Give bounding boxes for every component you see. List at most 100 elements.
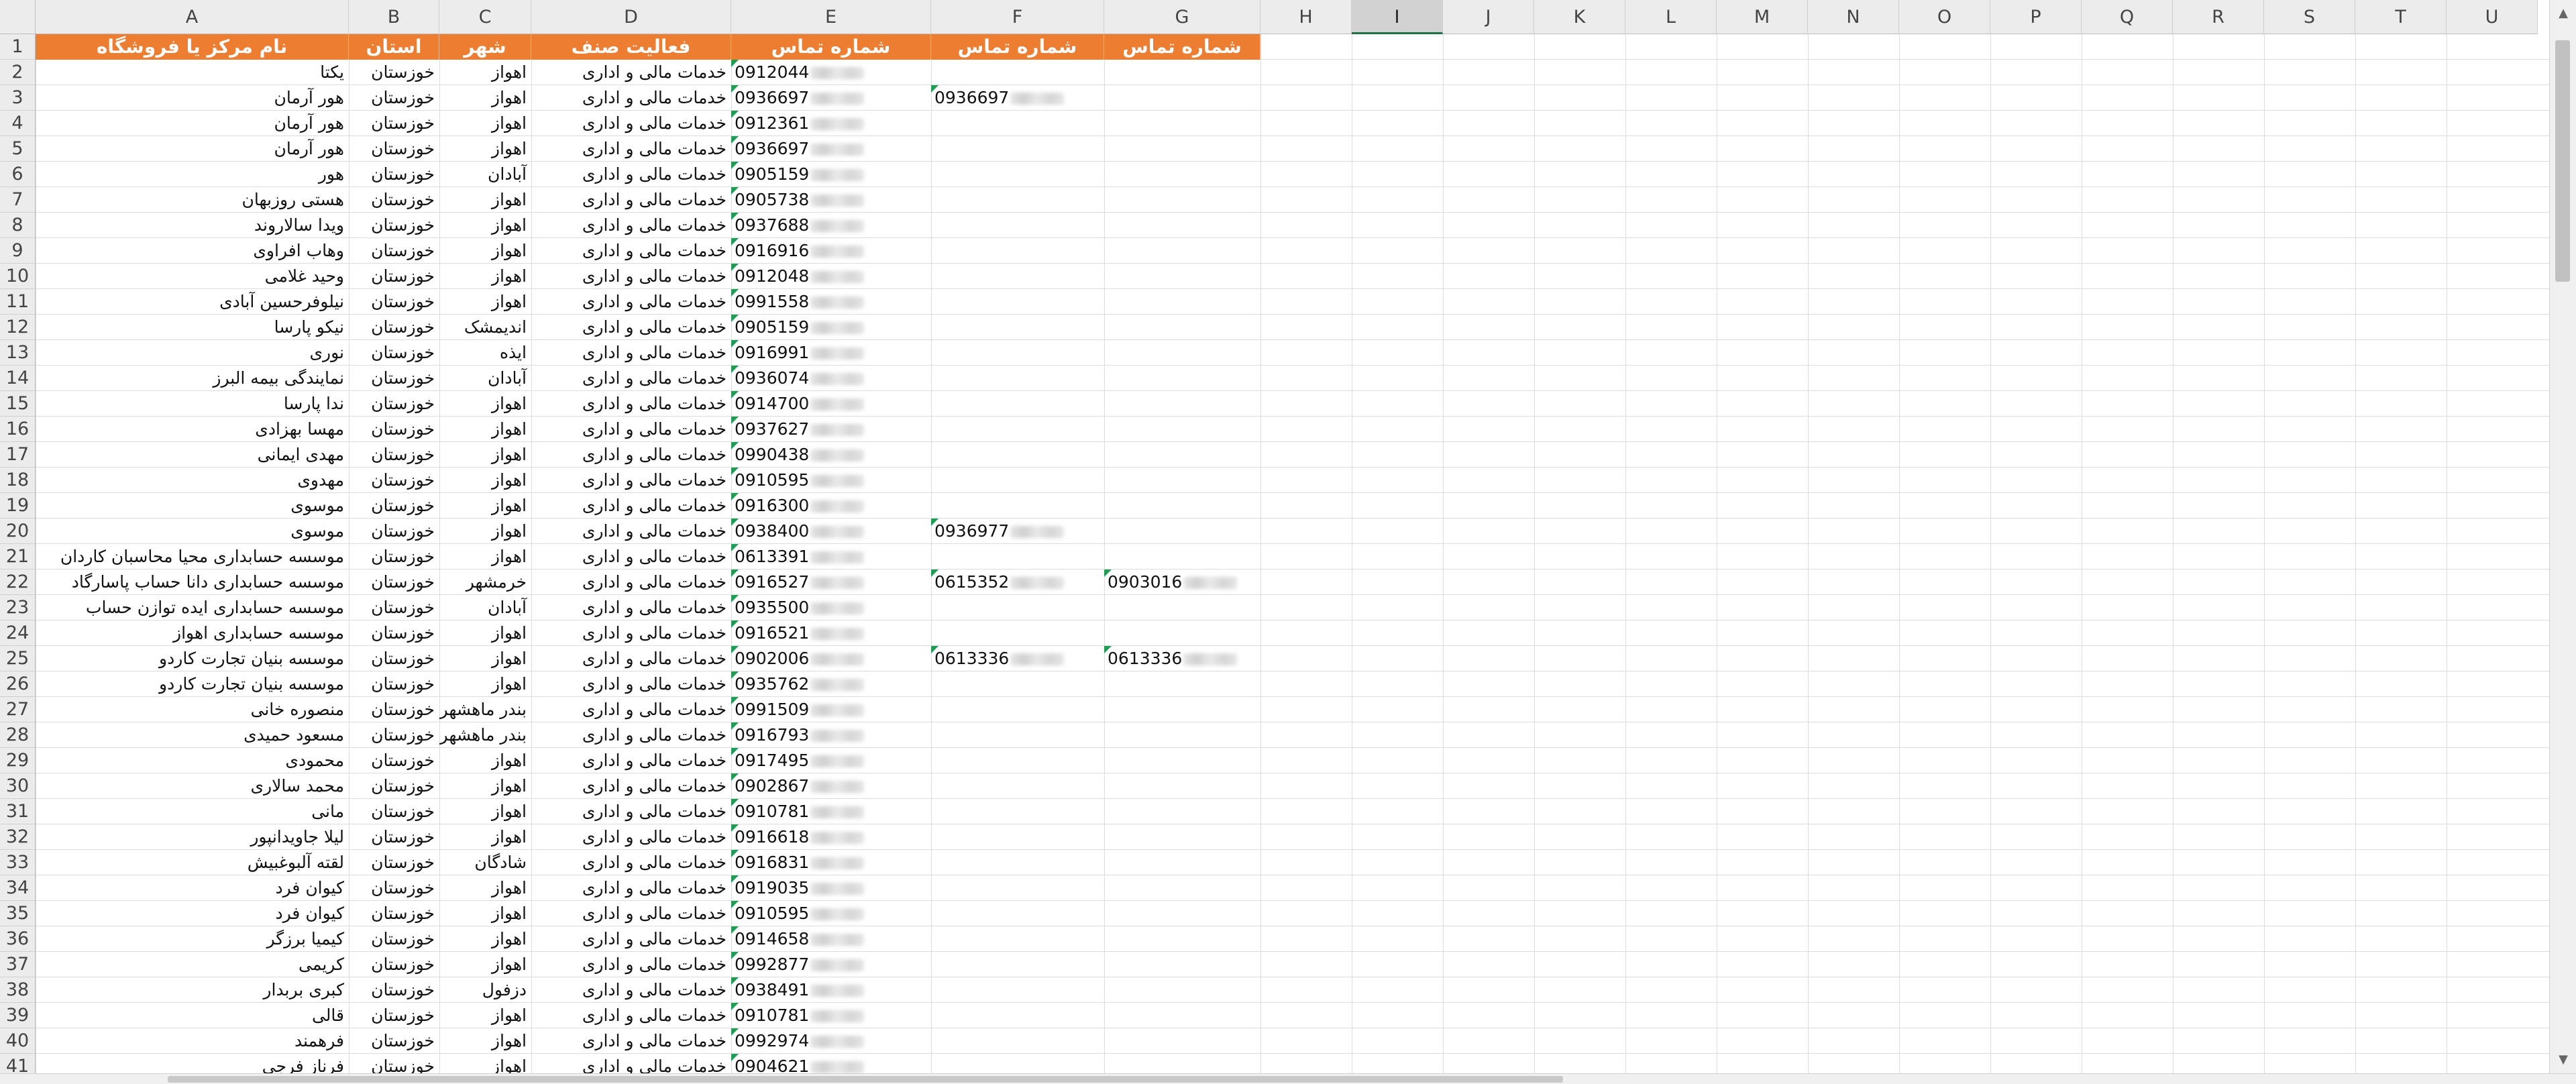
cell-activity[interactable]: خدمات مالی و اداری — [531, 1028, 731, 1054]
cell-phone1[interactable]: 0916618 — [731, 824, 931, 850]
cell-activity[interactable]: خدمات مالی و اداری — [531, 417, 731, 442]
cell-city[interactable]: آبادان — [439, 366, 531, 391]
text-number-warning-icon[interactable] — [731, 391, 739, 398]
cell-name[interactable]: مانی — [36, 799, 349, 824]
row-header[interactable]: 4 — [0, 111, 36, 136]
row-header[interactable]: 15 — [0, 391, 36, 417]
text-number-warning-icon[interactable] — [731, 162, 739, 169]
cell-name[interactable]: هستی روزبهان — [36, 187, 349, 213]
cell-city[interactable]: اهواز — [439, 748, 531, 773]
cell-phone2[interactable] — [931, 875, 1104, 901]
header-phone-2[interactable]: شماره تماس — [931, 34, 1104, 60]
cell-phone3[interactable] — [1104, 544, 1260, 570]
cell-name[interactable]: هور آرمان — [36, 136, 349, 162]
cell-activity[interactable]: خدمات مالی و اداری — [531, 595, 731, 620]
cell-phone3[interactable] — [1104, 850, 1260, 875]
cell-activity[interactable]: خدمات مالی و اداری — [531, 519, 731, 544]
header-phone-3[interactable]: شماره تماس — [1104, 34, 1260, 60]
text-number-warning-icon[interactable] — [731, 1028, 739, 1036]
cell-phone1[interactable]: 0990438 — [731, 442, 931, 468]
cell-city[interactable]: اهواز — [439, 926, 531, 952]
cell-activity[interactable]: خدمات مالی و اداری — [531, 238, 731, 264]
cell-phone2[interactable] — [931, 901, 1104, 926]
row-header[interactable]: 28 — [0, 722, 36, 748]
column-header-q[interactable]: Q — [2082, 0, 2173, 34]
cell-phone3[interactable] — [1104, 60, 1260, 85]
cell-province[interactable]: خوزستان — [349, 442, 439, 468]
cell-phone1[interactable]: 0936697 — [731, 85, 931, 111]
cell-phone1[interactable]: 0902006 — [731, 646, 931, 671]
cell-phone3[interactable] — [1104, 213, 1260, 238]
cell-activity[interactable]: خدمات مالی و اداری — [531, 315, 731, 340]
cell-city[interactable]: بندر ماهشهر — [439, 722, 531, 748]
column-header-s[interactable]: S — [2264, 0, 2355, 34]
cell-phone3[interactable]: 0613336 — [1104, 646, 1260, 671]
cell-phone2[interactable] — [931, 417, 1104, 442]
cell-name[interactable]: لیلا جاویدانپور — [36, 824, 349, 850]
row-header[interactable]: 35 — [0, 901, 36, 926]
text-number-warning-icon[interactable] — [731, 85, 739, 93]
cell-phone2[interactable] — [931, 442, 1104, 468]
cell-province[interactable]: خوزستان — [349, 824, 439, 850]
column-header-h[interactable]: H — [1260, 0, 1352, 34]
row-header[interactable]: 33 — [0, 850, 36, 875]
cell-phone2[interactable] — [931, 468, 1104, 493]
column-header-m[interactable]: M — [1717, 0, 1808, 34]
row-header[interactable]: 38 — [0, 977, 36, 1003]
cell-phone3[interactable] — [1104, 238, 1260, 264]
text-number-warning-icon[interactable] — [731, 901, 739, 908]
text-number-warning-icon[interactable] — [731, 824, 739, 832]
text-number-warning-icon[interactable] — [731, 799, 739, 806]
header-name[interactable]: نام مرکز یا فروشگاه — [36, 34, 349, 60]
cell-activity[interactable]: خدمات مالی و اداری — [531, 289, 731, 315]
cell-name[interactable]: موسسه حسابداری دانا حساب پاسارگاد — [36, 570, 349, 595]
text-number-warning-icon[interactable] — [731, 722, 739, 730]
text-number-warning-icon[interactable] — [1104, 646, 1112, 653]
text-number-warning-icon[interactable] — [731, 468, 739, 475]
text-number-warning-icon[interactable] — [731, 570, 739, 577]
cell-city[interactable]: اهواز — [439, 264, 531, 289]
cell-city[interactable]: اهواز — [439, 289, 531, 315]
text-number-warning-icon[interactable] — [731, 646, 739, 653]
cell-phone3[interactable] — [1104, 748, 1260, 773]
row-header[interactable]: 25 — [0, 646, 36, 671]
cell-city[interactable]: اهواز — [439, 1003, 531, 1028]
row-header[interactable]: 17 — [0, 442, 36, 468]
row-header[interactable]: 14 — [0, 366, 36, 391]
row-header[interactable]: 8 — [0, 213, 36, 238]
cell-activity[interactable]: خدمات مالی و اداری — [531, 671, 731, 697]
row-header[interactable]: 13 — [0, 340, 36, 366]
cell-province[interactable]: خوزستان — [349, 417, 439, 442]
cell-phone2[interactable] — [931, 697, 1104, 722]
cell-name[interactable]: وهاب افراوی — [36, 238, 349, 264]
cell-city[interactable]: اهواز — [439, 85, 531, 111]
cell-name[interactable]: موسسه حسابداری ایده توازن حساب — [36, 595, 349, 620]
cell-phone2[interactable] — [931, 1003, 1104, 1028]
cell-phone3[interactable] — [1104, 85, 1260, 111]
text-number-warning-icon[interactable] — [731, 238, 739, 246]
cell-province[interactable]: خوزستان — [349, 799, 439, 824]
text-number-warning-icon[interactable] — [731, 442, 739, 449]
cell-phone1[interactable]: 0936074 — [731, 366, 931, 391]
cell-phone3[interactable] — [1104, 952, 1260, 977]
cell-city[interactable]: اهواز — [439, 417, 531, 442]
cell-phone1[interactable]: 0910781 — [731, 799, 931, 824]
cell-phone1[interactable]: 0613391 — [731, 544, 931, 570]
vertical-scroll-thumb[interactable] — [2555, 40, 2570, 282]
cell-province[interactable]: خوزستان — [349, 570, 439, 595]
cell-name[interactable]: کیوان فرد — [36, 901, 349, 926]
row-header[interactable]: 20 — [0, 519, 36, 544]
row-header[interactable]: 41 — [0, 1054, 36, 1073]
cell-name[interactable]: ندا پارسا — [36, 391, 349, 417]
row-header[interactable]: 37 — [0, 952, 36, 977]
cell-phone2[interactable] — [931, 1028, 1104, 1054]
cell-name[interactable]: مسعود حمیدی — [36, 722, 349, 748]
header-province[interactable]: استان — [349, 34, 439, 60]
cell-city[interactable]: اهواز — [439, 1054, 531, 1073]
text-number-warning-icon[interactable] — [731, 1003, 739, 1010]
cell-phone1[interactable]: 0916916 — [731, 238, 931, 264]
cell-phone2[interactable]: 0936697 — [931, 85, 1104, 111]
cell-name[interactable]: هور — [36, 162, 349, 187]
row-header[interactable]: 9 — [0, 238, 36, 264]
text-number-warning-icon[interactable] — [731, 519, 739, 526]
